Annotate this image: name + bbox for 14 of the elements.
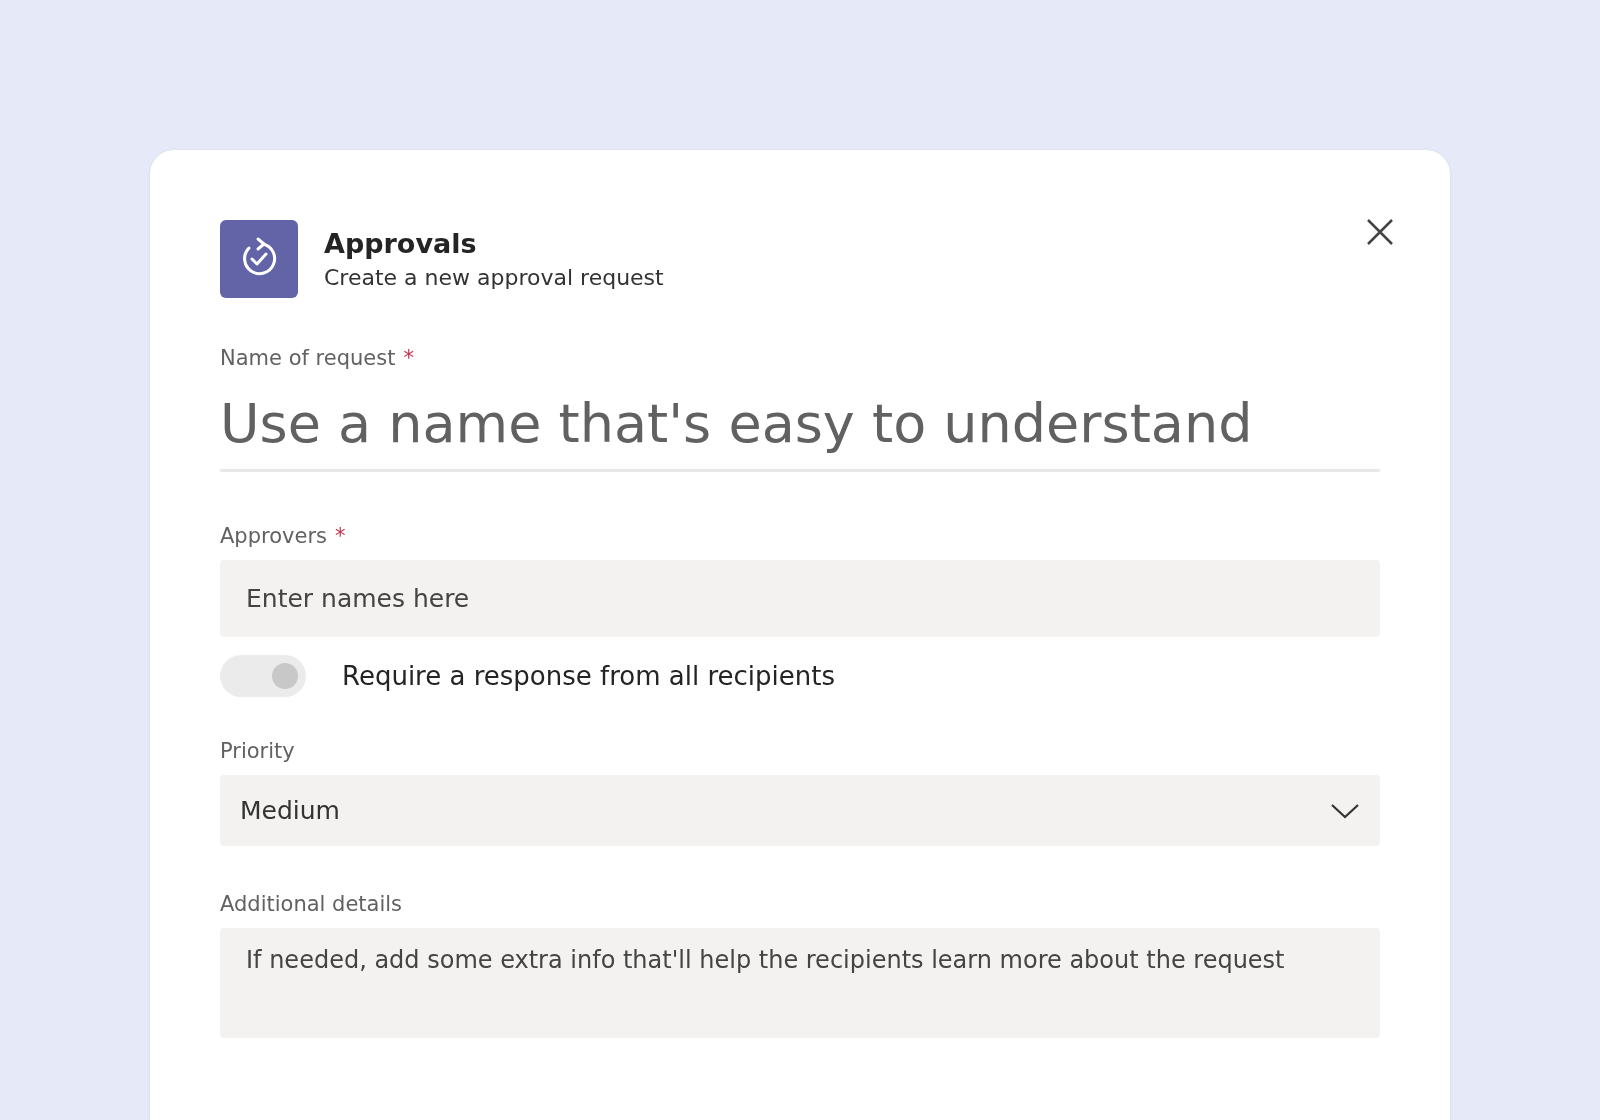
priority-dropdown[interactable]: Medium xyxy=(220,775,1380,846)
approvals-app-icon xyxy=(220,220,298,298)
dialog-subtitle: Create a new approval request xyxy=(324,265,664,290)
field-label: Additional details xyxy=(220,892,403,916)
field-label: Approvers xyxy=(220,524,327,548)
required-mark: * xyxy=(403,346,414,370)
required-mark: * xyxy=(334,524,346,548)
field-label: Priority xyxy=(220,739,295,763)
field-label: Name of request xyxy=(220,346,396,370)
details-field[interactable]: If needed, add some extra info that'll help the recipients learn more about the request xyxy=(220,928,1380,1038)
app-name: Approvals xyxy=(324,228,478,259)
toggle-label: Require a response from all recipients xyxy=(342,661,836,691)
approvers-field[interactable]: Enter names here xyxy=(220,560,1380,637)
chevron-down-icon xyxy=(1330,801,1360,820)
